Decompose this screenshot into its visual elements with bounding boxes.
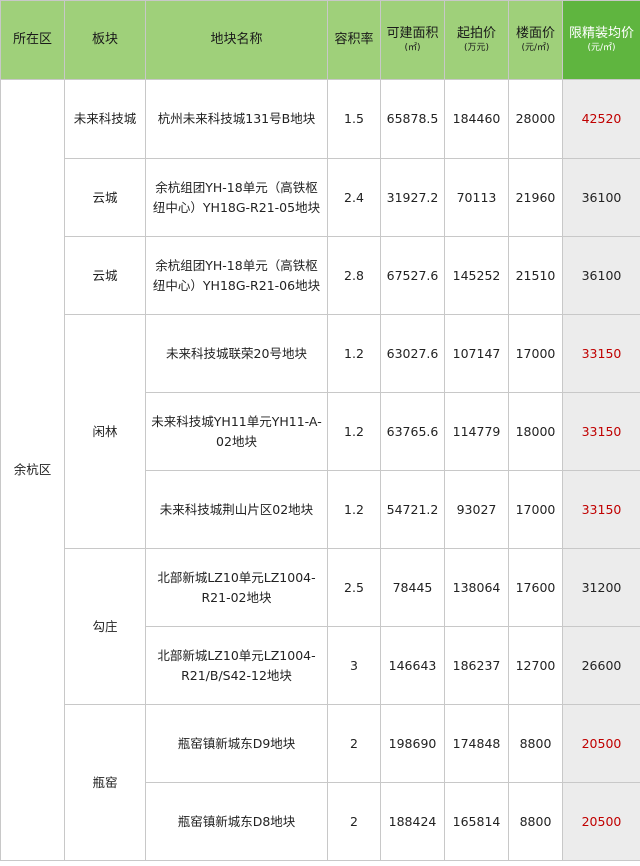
land-auction-table: 所在区 板块 地块名称 容积率 可建面积 (㎡) 起拍价 (万元) 楼面价 (元/㎡)…: [0, 0, 640, 861]
block-cell: 勾庄: [64, 548, 146, 705]
header-limit-price: 限精装均价 (元/㎡): [562, 0, 640, 80]
far-cell: 2.4: [327, 158, 381, 237]
floor-price-cell: 28000: [508, 79, 563, 159]
header-floor-price: 楼面价 (元/㎡): [508, 0, 563, 80]
floor-price-cell: 18000: [508, 392, 563, 471]
district-cell: 余杭区: [0, 79, 65, 861]
block-cell: 瓶窑: [64, 704, 146, 861]
header-district: 所在区: [0, 0, 65, 80]
floor-price-cell: 8800: [508, 782, 563, 861]
far-cell: 2: [327, 782, 381, 861]
start-price-cell: 174848: [444, 704, 509, 783]
plot-name-cell: 未来科技城荆山片区02地块: [145, 470, 328, 549]
area-cell: 54721.2: [380, 470, 445, 549]
start-price-cell: 107147: [444, 314, 509, 393]
start-price-cell: 165814: [444, 782, 509, 861]
header-row: 所在区 板块 地块名称 容积率 可建面积 (㎡) 起拍价 (万元) 楼面价 (元/㎡)…: [0, 0, 640, 80]
far-cell: 1.2: [327, 470, 381, 549]
floor-price-cell: 17000: [508, 470, 563, 549]
header-area: 可建面积 (㎡): [380, 0, 445, 80]
header-start-price-unit: (万元): [463, 42, 490, 53]
far-cell: 1.2: [327, 392, 381, 471]
table-row: 瓶窑 瓶窑镇新城东D9地块 2 198690 174848 8800 20500: [1, 704, 640, 861]
plot-name-cell: 北部新城LZ10单元LZ1004-R21/B/S42-12地块: [145, 626, 328, 705]
header-floor-price-unit: (元/㎡): [521, 42, 550, 53]
limit-price-cell: 26600: [562, 626, 640, 705]
table-row: 余杭区 未来科技城 杭州未来科技城131号B地块 1.5 65878.5 184…: [0, 79, 640, 861]
header-start-price: 起拍价 (万元): [444, 0, 509, 80]
plot-name-cell: 瓶窑镇新城东D8地块: [145, 782, 328, 861]
limit-price-cell: 36100: [562, 158, 640, 237]
block-cell: 未来科技城: [64, 79, 146, 159]
table-row: 云城 余杭组团YH-18单元（高铁枢纽中心）YH18G-R21-05地块 2.4…: [1, 158, 640, 237]
limit-price-cell: 31200: [562, 548, 640, 627]
table-row: 云城 余杭组团YH-18单元（高铁枢纽中心）YH18G-R21-06地块 2.8…: [1, 236, 640, 315]
start-price-cell: 93027: [444, 470, 509, 549]
limit-price-cell: 20500: [562, 704, 640, 783]
start-price-cell: 184460: [444, 79, 509, 159]
table-row: 闲林 未来科技城联荣20号地块 1.2 63027.6 107147 17000…: [1, 314, 640, 549]
floor-price-cell: 17000: [508, 314, 563, 393]
header-area-unit: (㎡): [404, 42, 421, 53]
floor-price-cell: 21960: [508, 158, 563, 237]
start-price-cell: 70113: [444, 158, 509, 237]
far-cell: 2.5: [327, 548, 381, 627]
floor-price-cell: 17600: [508, 548, 563, 627]
header-far: 容积率: [327, 0, 381, 80]
start-price-cell: 114779: [444, 392, 509, 471]
limit-price-cell: 36100: [562, 236, 640, 315]
area-cell: 31927.2: [380, 158, 445, 237]
plot-name-cell: 未来科技城YH11单元YH11-A-02地块: [145, 392, 328, 471]
area-cell: 78445: [380, 548, 445, 627]
header-block: 板块: [64, 0, 146, 80]
block-cell: 闲林: [64, 314, 146, 549]
block-cell: 云城: [64, 158, 146, 237]
limit-price-cell: 33150: [562, 392, 640, 471]
area-cell: 67527.6: [380, 236, 445, 315]
far-cell: 1.5: [327, 79, 381, 159]
far-cell: 2.8: [327, 236, 381, 315]
plot-name-cell: 余杭组团YH-18单元（高铁枢纽中心）YH18G-R21-05地块: [145, 158, 328, 237]
header-plot-name: 地块名称: [145, 0, 328, 80]
start-price-cell: 138064: [444, 548, 509, 627]
floor-price-cell: 12700: [508, 626, 563, 705]
limit-price-cell: 42520: [562, 79, 640, 159]
area-cell: 65878.5: [380, 79, 445, 159]
area-cell: 63765.6: [380, 392, 445, 471]
plot-name-cell: 杭州未来科技城131号B地块: [145, 79, 328, 159]
area-cell: 188424: [380, 782, 445, 861]
start-price-cell: 145252: [444, 236, 509, 315]
far-cell: 3: [327, 626, 381, 705]
limit-price-cell: 33150: [562, 470, 640, 549]
area-cell: 198690: [380, 704, 445, 783]
plot-name-cell: 未来科技城联荣20号地块: [145, 314, 328, 393]
far-cell: 2: [327, 704, 381, 783]
limit-price-cell: 20500: [562, 782, 640, 861]
far-cell: 1.2: [327, 314, 381, 393]
floor-price-cell: 8800: [508, 704, 563, 783]
plot-name-cell: 瓶窑镇新城东D9地块: [145, 704, 328, 783]
plot-name-cell: 余杭组团YH-18单元（高铁枢纽中心）YH18G-R21-06地块: [145, 236, 328, 315]
block-cell: 云城: [64, 236, 146, 315]
header-limit-price-unit: (元/㎡): [587, 42, 616, 53]
area-cell: 146643: [380, 626, 445, 705]
area-cell: 63027.6: [380, 314, 445, 393]
plot-name-cell: 北部新城LZ10单元LZ1004-R21-02地块: [145, 548, 328, 627]
start-price-cell: 186237: [444, 626, 509, 705]
limit-price-cell: 33150: [562, 314, 640, 393]
table-row: 勾庄 北部新城LZ10单元LZ1004-R21-02地块 2.5 78445 1…: [1, 548, 640, 705]
floor-price-cell: 21510: [508, 236, 563, 315]
